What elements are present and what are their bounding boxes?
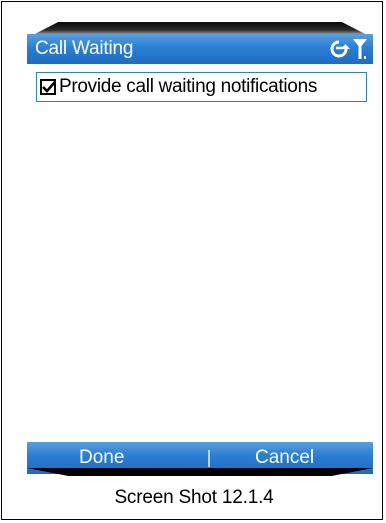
call-waiting-checkbox[interactable] xyxy=(40,79,56,95)
soft-key-divider xyxy=(208,450,210,467)
signal-icon xyxy=(353,37,367,61)
phone-screen: Call Waiting Provide call waiting notifi… xyxy=(27,22,373,476)
checkmark-icon xyxy=(42,81,56,93)
call-waiting-label: Provide call waiting notifications xyxy=(59,76,318,97)
sync-icon xyxy=(329,39,351,59)
call-waiting-option[interactable]: Provide call waiting notifications xyxy=(36,72,367,102)
figure-frame: Call Waiting Provide call waiting notifi… xyxy=(1,1,383,520)
screen-bottom-bezel xyxy=(27,468,373,476)
status-icons xyxy=(329,36,367,62)
figure-caption: Screen Shot 12.1.4 xyxy=(114,487,274,508)
done-button[interactable]: Done xyxy=(79,448,124,468)
page-title: Call Waiting xyxy=(35,38,134,59)
title-bar: Call Waiting xyxy=(27,34,373,64)
cancel-button[interactable]: Cancel xyxy=(255,448,314,468)
